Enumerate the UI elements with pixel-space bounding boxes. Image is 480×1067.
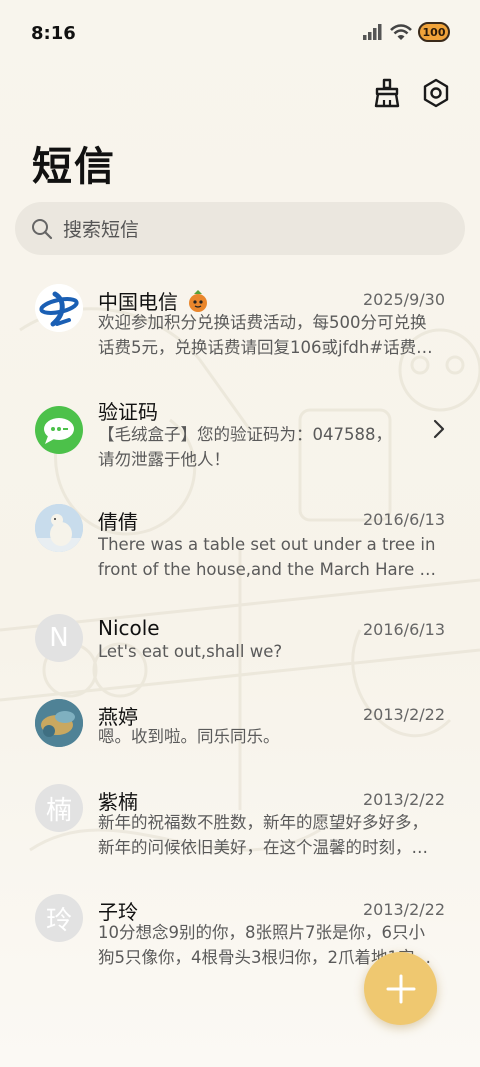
list-item[interactable]: 楠 紫楠 2013/2/22 新年的祝福数不胜数，新年的愿望好多好多， 新年的问… <box>0 774 480 882</box>
list-item[interactable]: 中国电信 2025/9/30 欢迎参加积分兑换话费活动，每500分可兑换 话费5… <box>0 272 480 380</box>
list-item[interactable]: N Nicole 2016/6/13 Let's eat out,shall w… <box>0 604 480 686</box>
avatar: 楠 <box>35 784 83 832</box>
message-date: 2013/2/22 <box>362 705 445 724</box>
preview-line: 10分想念9别的你，8张照片7张是你，6只小 <box>98 923 425 942</box>
status-bar: 8:16 100 <box>0 0 480 68</box>
status-icons: 100 <box>362 22 450 42</box>
preview-line: 请勿泄露于他人！ <box>98 450 230 469</box>
list-item[interactable]: 验证码 【毛绒盒子】您的验证码为：047588， 请勿泄露于他人！ <box>0 384 480 490</box>
message-preview: There was a table set out under a tree i… <box>98 532 444 582</box>
battery-indicator: 100 <box>418 22 450 42</box>
message-preview: 嗯。收到啦。同乐同乐。 <box>98 724 444 749</box>
message-date: 2013/2/22 <box>362 790 445 809</box>
preview-line: 新年的问候依旧美好，在这个温馨的时刻，… <box>98 838 428 857</box>
settings-button[interactable] <box>420 76 452 110</box>
search-icon <box>32 218 53 239</box>
polar-bear-avatar-icon <box>35 504 83 552</box>
preview-line: 【毛绒盒子】您的验证码为：047588， <box>98 425 392 444</box>
compose-button[interactable] <box>364 952 437 1025</box>
sender-name: Nicole <box>98 616 160 640</box>
search-input[interactable]: 搜索短信 <box>15 202 465 255</box>
preview-line: 新年的祝福数不胜数，新年的愿望好多好多， <box>98 813 428 832</box>
plus-icon <box>386 974 415 1003</box>
settings-icon <box>423 78 449 108</box>
preview-line: Let's eat out,shall we? <box>98 642 283 661</box>
message-preview: 新年的祝福数不胜数，新年的愿望好多好多， 新年的问候依旧美好，在这个温馨的时刻，… <box>98 810 444 860</box>
list-item[interactable]: 燕婷 2013/2/22 嗯。收到啦。同乐同乐。 <box>0 689 480 771</box>
photo-avatar-icon <box>35 699 83 747</box>
avatar: N <box>35 614 83 662</box>
header-actions <box>371 76 452 110</box>
message-preview: Let's eat out,shall we? <box>98 639 444 664</box>
preview-line: front of the house,and the March Hare an… <box>98 560 444 579</box>
chevron-right-icon[interactable] <box>432 418 446 440</box>
message-date: 2016/6/13 <box>362 510 445 529</box>
signal-icon <box>363 24 382 40</box>
avatar <box>35 504 83 552</box>
clean-button[interactable] <box>371 76 403 110</box>
preview-line: 话费5元，兑换话费请回复106或jfdh#话费… <box>98 338 433 357</box>
sender-name: 倩倩 <box>98 510 138 534</box>
avatar <box>35 406 83 454</box>
sender-name: 验证码 <box>98 400 158 424</box>
page-title: 短信 <box>32 144 116 190</box>
message-date: 2013/2/22 <box>362 900 445 919</box>
message-preview: 【毛绒盒子】您的验证码为：047588， 请勿泄露于他人！ <box>98 422 444 472</box>
broom-icon <box>374 78 400 108</box>
message-date: 2016/6/13 <box>362 620 445 639</box>
message-date: 2025/9/30 <box>362 290 445 309</box>
sms-bubble-icon <box>44 418 74 444</box>
china-telecom-logo-icon <box>35 284 83 332</box>
preview-line: There was a table set out under a tree i… <box>98 535 436 554</box>
avatar: 玲 <box>35 894 83 942</box>
messages-screen: 8:16 100 短信 搜索短信 中国电信 2025/9/30 欢迎参加积分兑换… <box>0 0 480 1067</box>
list-item[interactable]: 倩倩 2016/6/13 There was a table set out u… <box>0 494 480 602</box>
message-preview: 欢迎参加积分兑换话费活动，每500分可兑换 话费5元，兑换话费请回复106或jf… <box>98 310 444 360</box>
search-placeholder: 搜索短信 <box>63 219 140 241</box>
preview-line: 欢迎参加积分兑换话费活动，每500分可兑换 <box>98 313 427 332</box>
avatar <box>35 284 83 332</box>
preview-line: 嗯。收到啦。同乐同乐。 <box>98 727 280 746</box>
avatar <box>35 699 83 747</box>
wifi-icon <box>390 23 412 40</box>
status-time: 8:16 <box>31 23 76 44</box>
